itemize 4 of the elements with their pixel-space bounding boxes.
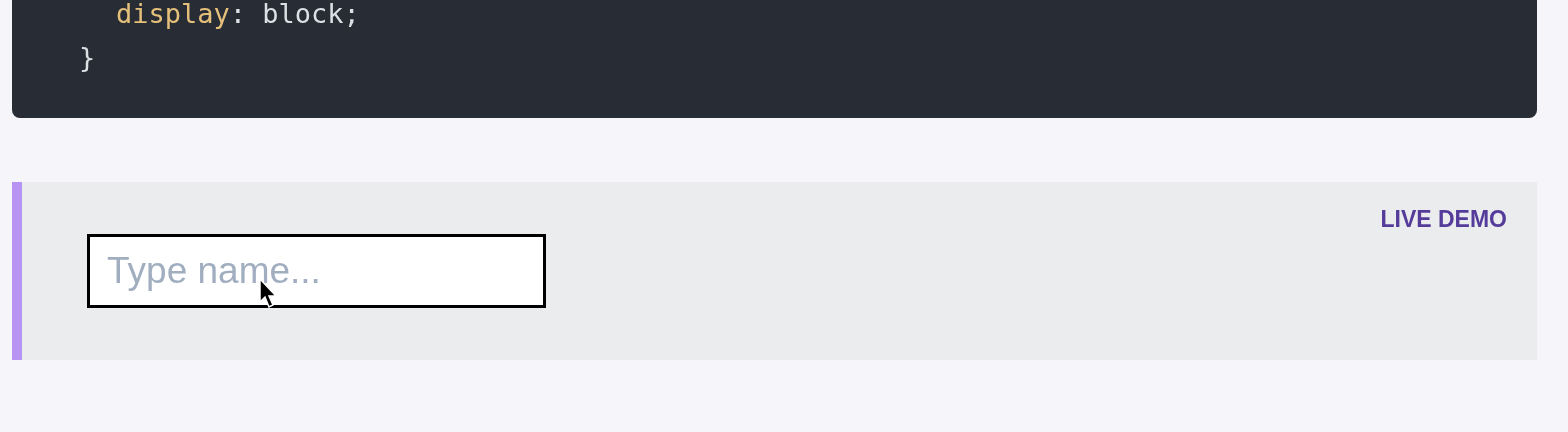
demo-label: LIVE DEMO [1380, 205, 1507, 234]
name-input[interactable]: Type name... [87, 234, 546, 308]
code-line: display: block; [116, 0, 360, 29]
code-line: } [79, 42, 96, 73]
